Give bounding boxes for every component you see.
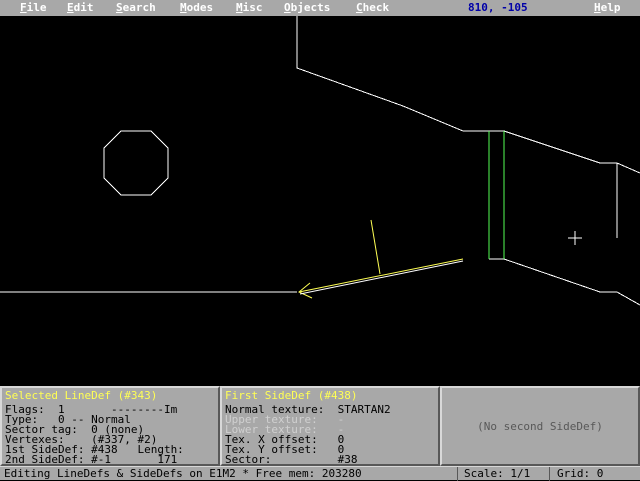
sidedef1-panel-title: First SideDef (#438) [225,389,358,402]
map-wall-right-upper[interactable] [616,162,640,174]
menu-modes[interactable]: Modes [180,1,213,15]
scale-readout: Scale: 1/1 [464,467,531,480]
menu-misc[interactable]: Misc [236,1,263,15]
second-sidedef-panel: (No second SideDef) [440,386,640,466]
menu-edit[interactable]: Edit [67,1,94,15]
linedef-second-sidedef: 2nd SideDef: #-1 171 [5,453,178,466]
sidedef1-sector: Sector: #38 [225,453,358,466]
menu-file[interactable]: File [20,1,47,15]
map-octagon-pillar[interactable] [103,130,169,196]
status-divider [549,467,550,481]
selected-linedef[interactable] [298,258,464,293]
map-canvas[interactable] [0,16,640,386]
first-sidedef-panel: First SideDef (#438) Normal texture: STA… [220,386,440,466]
map-wall-upper[interactable] [296,16,618,238]
linedef-info-panel: Selected LineDef (#343) Flags: 1 -------… [0,386,220,466]
grid-readout: Grid: 0 [557,467,604,480]
menu-search[interactable]: Search [116,1,156,15]
status-divider [457,467,458,481]
menu-help[interactable]: Help [594,1,621,15]
menu-objects[interactable]: Objects [284,1,330,15]
selected-linedef-outline [299,260,464,295]
status-bar: Editing LineDefs & SideDefs on E1M2 * Fr… [0,466,640,481]
map-wall-lower-right[interactable] [489,258,640,306]
cursor-coordinates: 810, -105 [468,1,528,14]
menu-check[interactable]: Check [356,1,389,15]
menu-bar: File Edit Search Modes Misc Objects Chec… [0,0,640,16]
status-message: Editing LineDefs & SideDefs on E1M2 * Fr… [4,467,362,480]
linedef-panel-title: Selected LineDef (#343) [5,389,158,402]
no-second-sidedef-message: (No second SideDef) [477,420,603,433]
selected-linedef-normal [370,219,381,275]
